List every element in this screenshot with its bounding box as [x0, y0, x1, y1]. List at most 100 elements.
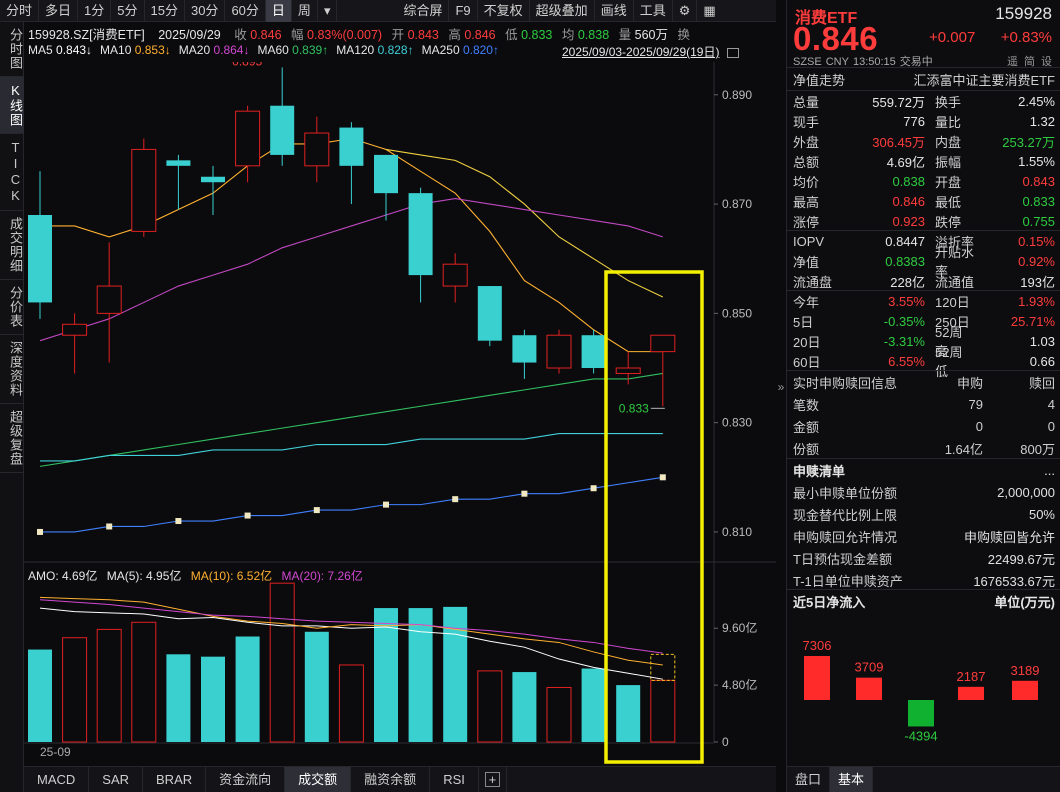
stat-value: 0.8383: [839, 254, 925, 269]
tool-button-3[interactable]: 超级叠加: [530, 0, 595, 22]
list-item: T日预估现金差额22499.67元: [787, 547, 1060, 569]
tool-button-0[interactable]: 综合屏: [397, 0, 449, 22]
stat-value: 0.838: [839, 174, 925, 189]
ma250-marker: [452, 496, 458, 502]
view-tab-4[interactable]: 分价表: [0, 280, 24, 335]
subscription-row: 金额00: [787, 415, 1060, 437]
indicator-tab-1[interactable]: SAR: [89, 767, 143, 792]
flow-bar: [804, 656, 830, 700]
stat-label: 净值: [793, 252, 839, 271]
stat-value: 1.55%: [975, 154, 1055, 169]
volume-bar: [201, 657, 225, 742]
price-change-pct: +0.83%: [1001, 29, 1052, 46]
candle-body: [63, 324, 87, 335]
subscription-title: 实时申购赎回信息: [793, 373, 923, 392]
kline-chart-area[interactable]: 0.8900.8700.8500.8300.8100.8950.8339.60亿…: [24, 62, 776, 762]
stat-label: 20日: [793, 332, 839, 351]
list-item: 申购赎回允许情况申购赎回皆允许: [787, 525, 1060, 547]
row-label: 笔数: [793, 395, 923, 414]
ma-value: 0.828↑: [378, 43, 414, 57]
ma-label: MA10: [100, 43, 135, 57]
volume-bar: [339, 665, 363, 742]
stat-value: 0.15%: [975, 234, 1055, 249]
volume-bar: [270, 583, 294, 742]
ma-legend-ma20: MA20 0.864↓: [179, 43, 250, 57]
stat-value: -0.35%: [839, 314, 925, 329]
subscription-row: 笔数794: [787, 393, 1060, 415]
add-indicator-button[interactable]: +: [479, 767, 507, 792]
nav-trend-link[interactable]: 净值走势: [793, 70, 845, 89]
period-tab-5[interactable]: 30分: [185, 0, 225, 22]
period-tab-0[interactable]: 分时: [0, 0, 39, 22]
period-tab-2[interactable]: 1分: [78, 0, 111, 22]
candle-body: [201, 177, 225, 182]
candle-body: [339, 128, 363, 166]
amo-value: AMO: 4.69亿: [28, 569, 97, 583]
ma250-marker: [660, 474, 666, 480]
indicator-tab-6[interactable]: RSI: [430, 767, 479, 792]
stat-value: 0.833: [975, 194, 1055, 209]
ma250-marker: [245, 513, 251, 519]
ma250-marker: [383, 502, 389, 508]
panel-tab-1[interactable]: 基本: [830, 767, 873, 792]
price-tick-label: 0.810: [722, 525, 752, 539]
period-tab-7[interactable]: 日: [266, 0, 292, 22]
ma-value: 0.843↓: [56, 43, 92, 57]
row-label: 金额: [793, 417, 923, 436]
grid-icon[interactable]: ▦: [697, 0, 721, 22]
tool-button-1[interactable]: F9: [449, 0, 477, 22]
view-tab-5[interactable]: 深度资料: [0, 335, 24, 404]
view-tab-6[interactable]: 超级复盘: [0, 404, 24, 473]
indicator-tab-2[interactable]: BRAR: [143, 767, 206, 792]
indicator-tab-4[interactable]: 成交额: [285, 767, 351, 792]
period-tab-4[interactable]: 15分: [145, 0, 185, 22]
avg-value: 0.838: [578, 28, 609, 42]
ma-label: MA20: [179, 43, 214, 57]
period-tab-8[interactable]: 周: [292, 0, 318, 22]
panel-tab-0[interactable]: 盘口: [787, 767, 830, 792]
price-tick-label: 0.870: [722, 197, 752, 211]
indicator-tab-3[interactable]: 资金流向: [206, 767, 285, 792]
stat-row: 总额4.69亿振幅1.55%: [787, 151, 1060, 171]
list-label: 现金替代比例上限: [793, 505, 897, 524]
more-icon[interactable]: ...: [1044, 463, 1055, 478]
stat-value: 1.93%: [975, 294, 1055, 309]
view-tab-1[interactable]: K线图: [0, 77, 24, 134]
list-item: 现金替代比例上限50%: [787, 503, 1060, 525]
stat-label: 5日: [793, 312, 839, 331]
stat-value: 228亿: [839, 272, 925, 291]
volume-bar: [547, 687, 571, 742]
stat-value: 0.755: [975, 214, 1055, 229]
settings-icon[interactable]: ⚙: [673, 0, 698, 22]
flow-label: 3189: [1011, 663, 1040, 678]
view-tab-3[interactable]: 成交明细: [0, 211, 24, 280]
indicator-tab-5[interactable]: 融资余额: [351, 767, 430, 792]
period-tab-1[interactable]: 多日: [39, 0, 78, 22]
fund-code: 159928: [995, 4, 1052, 24]
security-code-name: 159928.SZ[消费ETF]: [28, 28, 145, 42]
stat-row: 20日-3.31%52周高1.03: [787, 331, 1060, 351]
period-tab-3[interactable]: 5分: [111, 0, 144, 22]
tool-button-2[interactable]: 不复权: [478, 0, 530, 22]
ma250-marker: [37, 529, 43, 535]
stat-label: 总额: [793, 152, 839, 171]
stat-value: 2.45%: [975, 94, 1055, 109]
redemption-value: 800万: [983, 439, 1055, 458]
view-tab-0[interactable]: 分时图: [0, 22, 24, 77]
nav-section[interactable]: 净值走势 汇添富中证主要消费ETF: [787, 67, 1060, 90]
period-tab-6[interactable]: 60分: [225, 0, 265, 22]
period-more-icon[interactable]: ▾: [318, 0, 338, 22]
date-range[interactable]: 2025/09/03-2025/09/29(19日): [562, 43, 739, 60]
net-inflow-section: 近5日净流入 单位(万元) 73063709-439421873189: [787, 589, 1060, 765]
list-label: 申购赎回允许情况: [793, 527, 897, 546]
tool-button-4[interactable]: 画线: [595, 0, 634, 22]
ma-label: MA5: [28, 43, 56, 57]
candle-body: [236, 111, 260, 166]
tool-button-5[interactable]: 工具: [634, 0, 673, 22]
subscription-value: 79: [923, 397, 983, 412]
view-tab-2[interactable]: TICK: [0, 134, 24, 211]
stat-value: -3.31%: [839, 334, 925, 349]
indicator-tab-0[interactable]: MACD: [24, 767, 89, 792]
window-icon[interactable]: [727, 48, 739, 58]
collapse-panel-icon[interactable]: »: [776, 380, 786, 394]
